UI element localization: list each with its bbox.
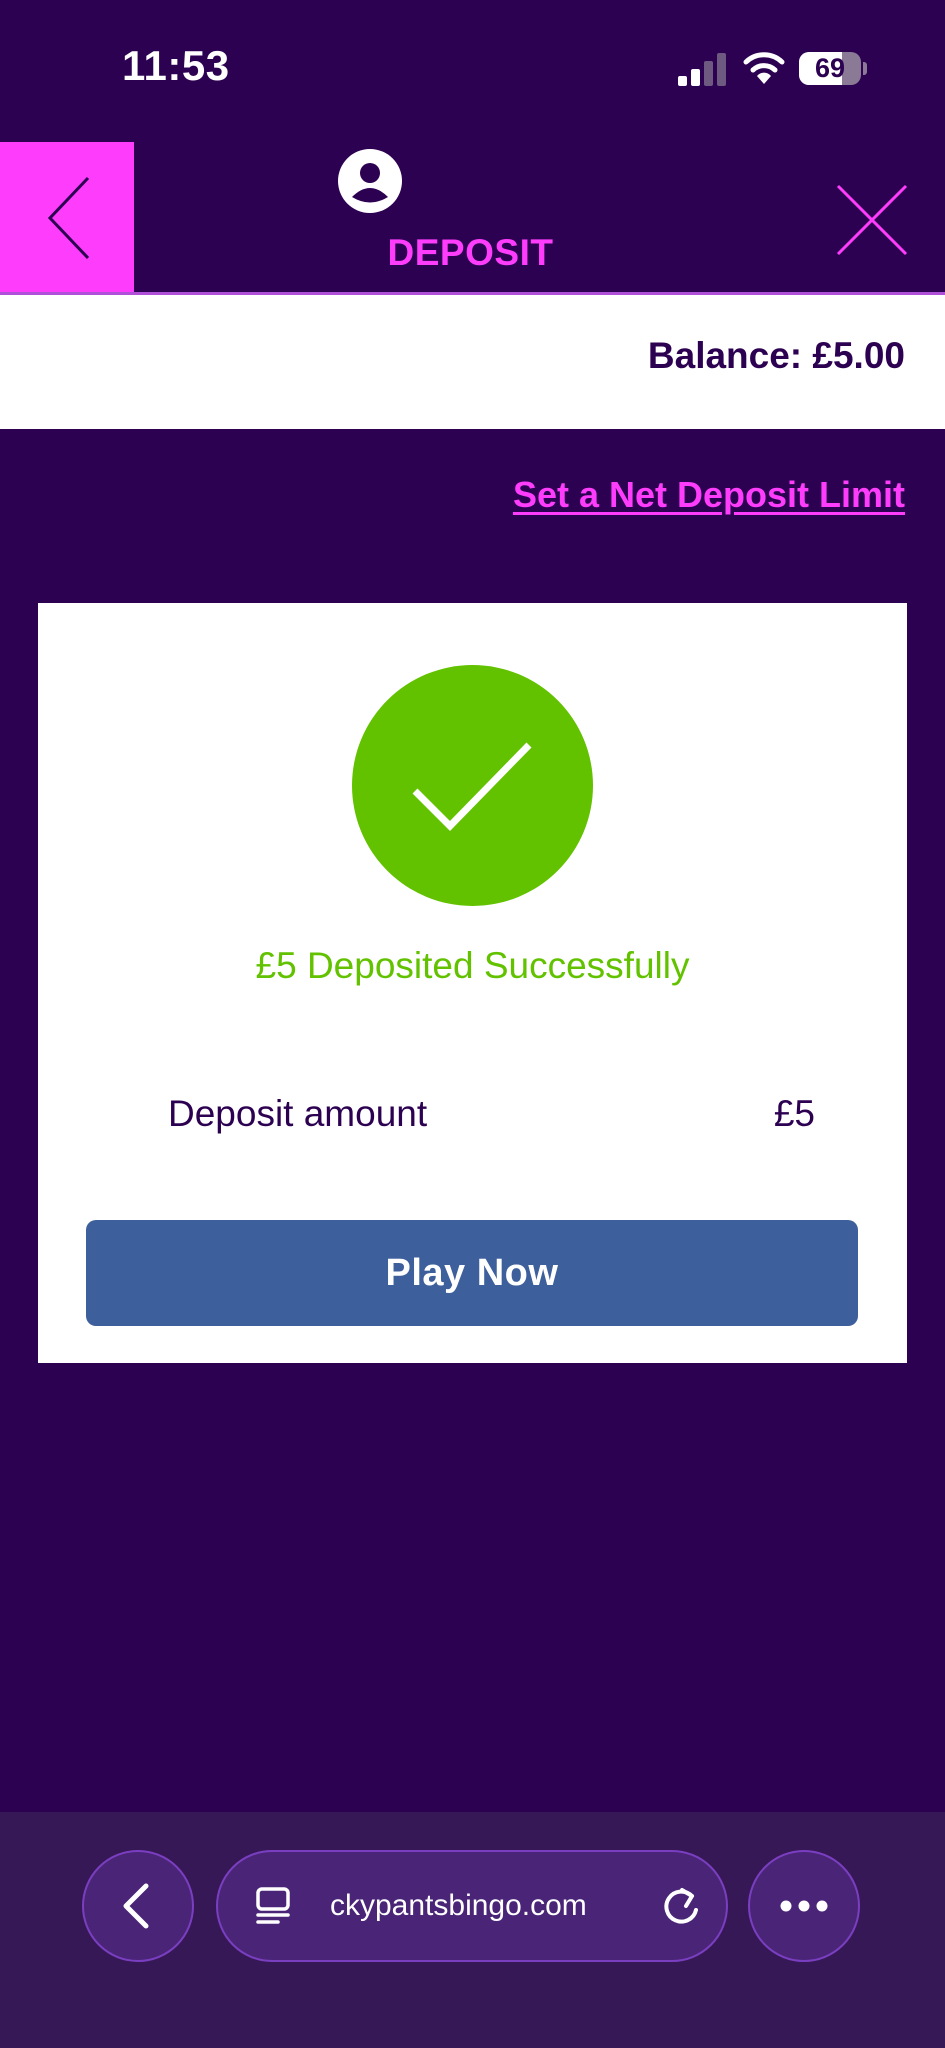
battery-icon: 69 [799,52,861,85]
net-deposit-limit-link[interactable]: Set a Net Deposit Limit [513,474,905,516]
reload-icon[interactable] [658,1882,704,1930]
battery-level: 69 [814,53,846,83]
close-icon[interactable] [834,182,910,258]
browser-back-button[interactable] [82,1850,194,1962]
deposit-amount-value: £5 [773,1093,815,1134]
play-now-button[interactable]: Play Now [86,1220,858,1326]
check-icon [412,742,532,831]
chevron-left-icon [123,1883,149,1929]
more-icon [780,1900,828,1912]
status-time: 11:53 [122,42,230,89]
success-badge [352,665,593,906]
url-text[interactable]: ckypantsbingo.com [330,1852,650,1960]
balance-text: Balance: £5.00 [647,335,905,376]
balance-bar: Balance: £5.00 [0,295,945,429]
signal-icon [678,53,726,86]
user-circle-icon[interactable] [337,148,403,214]
page-title: DEPOSIT [387,232,554,273]
confirmation-card: £5 Deposited Successfully Deposit amount… [38,603,907,1363]
deposit-amount-label: Deposit amount [168,1093,428,1134]
battery-nub [863,62,867,75]
wifi-icon [743,52,785,84]
tabs-icon[interactable] [254,1886,294,1926]
success-message: £5 Deposited Successfully [255,945,690,986]
address-bar[interactable]: ckypantsbingo.com [216,1850,728,1962]
browser-toolbar: ckypantsbingo.com [0,1812,945,2048]
browser-more-button[interactable] [748,1850,860,1962]
